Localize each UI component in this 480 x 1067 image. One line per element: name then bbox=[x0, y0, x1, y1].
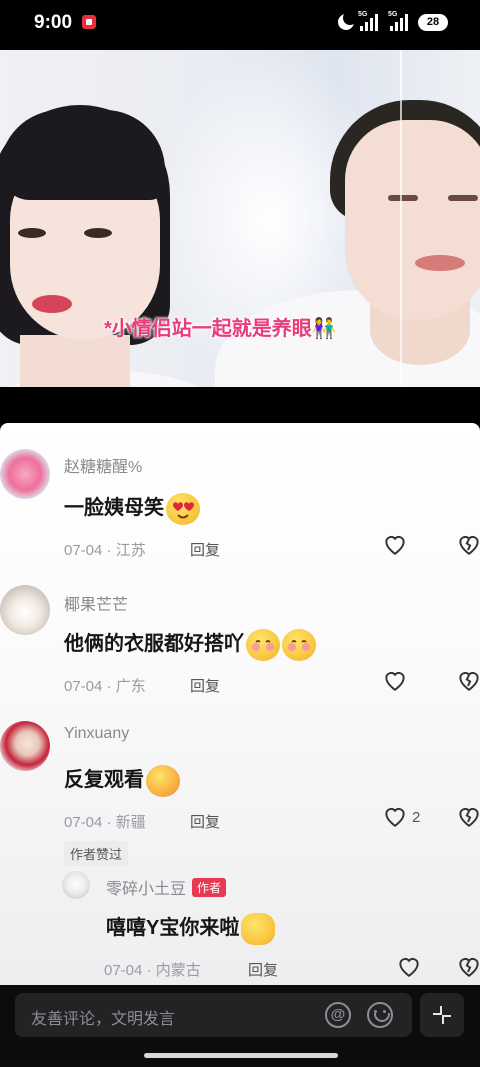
comment-username[interactable]: 赵糖糖醒% bbox=[64, 453, 142, 477]
comment-text-content: 反复观看 bbox=[64, 769, 144, 791]
reply-username[interactable]: 零碎小土豆 作者 bbox=[106, 875, 227, 899]
comment-date-location: 07-04 · 新疆 bbox=[64, 814, 146, 831]
avatar[interactable] bbox=[0, 449, 50, 499]
reply-button[interactable]: 回复 bbox=[248, 959, 278, 980]
reply-date-location: 07-04 · 内蒙古 bbox=[104, 962, 201, 979]
blushing-emoji-icon bbox=[282, 628, 316, 661]
reply-button[interactable]: 回复 bbox=[190, 539, 220, 560]
comment-text-content: 他俩的衣服都好搭吖 bbox=[64, 633, 244, 655]
emoji-smile-icon[interactable] bbox=[367, 1002, 393, 1028]
reply-button[interactable]: 回复 bbox=[190, 811, 220, 832]
battery-indicator: 28 bbox=[418, 14, 448, 31]
signal-strength-icon: 5G bbox=[358, 11, 380, 31]
dancing-emoji-icon bbox=[146, 764, 180, 797]
do-not-disturb-moon-icon bbox=[338, 11, 357, 30]
dislike-broken-heart-icon[interactable] bbox=[456, 803, 480, 834]
video-caption: *小情侣站一起就是养眼👫 bbox=[104, 318, 337, 340]
like-heart-icon[interactable] bbox=[382, 803, 408, 834]
dislike-broken-heart-icon[interactable] bbox=[456, 953, 480, 984]
comment-username[interactable]: 椰果芒芒 bbox=[64, 591, 128, 615]
collapse-comments-button[interactable] bbox=[420, 993, 464, 1037]
reply-text: 嘻嘻Y宝你来啦 bbox=[106, 911, 276, 945]
blushing-emoji-icon bbox=[246, 628, 280, 661]
dislike-broken-heart-icon[interactable] bbox=[456, 531, 480, 562]
author-liked-badge: 作者赞过 bbox=[64, 841, 129, 866]
heart-eyes-emoji-icon bbox=[166, 492, 200, 525]
comment-text: 他俩的衣服都好搭吖 bbox=[64, 627, 316, 661]
comment-input-bar: 友善评论，文明发言 @ bbox=[0, 985, 480, 1067]
like-heart-icon[interactable] bbox=[382, 667, 408, 698]
avatar[interactable] bbox=[0, 585, 50, 635]
comment-date-location: 07-04 · 广东 bbox=[64, 678, 146, 695]
like-heart-icon[interactable] bbox=[396, 953, 422, 984]
home-indicator[interactable] bbox=[144, 1053, 338, 1058]
comment-input-placeholder: 友善评论，文明发言 bbox=[31, 1011, 176, 1028]
avatar[interactable] bbox=[0, 721, 50, 771]
video-bottom-bar bbox=[0, 387, 480, 423]
network-type-1: 5G bbox=[358, 11, 368, 18]
status-bar: 9:00 5G 5G 28 bbox=[0, 0, 480, 50]
comment-date-location: 07-04 · 江苏 bbox=[64, 542, 146, 559]
comment-username[interactable]: Yinxuany bbox=[64, 725, 129, 743]
reply-username-text: 零碎小土豆 bbox=[106, 881, 187, 898]
network-type-2: 5G bbox=[388, 11, 398, 18]
video-player[interactable]: *小情侣站一起就是养眼👫 bbox=[0, 50, 480, 387]
reply-button[interactable]: 回复 bbox=[190, 675, 220, 696]
heart-hands-emoji-icon bbox=[241, 912, 276, 945]
avatar[interactable] bbox=[62, 871, 90, 899]
comment-text: 反复观看 bbox=[64, 763, 180, 797]
reply-text-content: 嘻嘻Y宝你来啦 bbox=[106, 917, 240, 939]
signal-strength-icon: 5G bbox=[388, 11, 410, 31]
collapse-arrows-icon bbox=[433, 1006, 451, 1024]
comment-text: 一脸姨母笑 bbox=[64, 491, 200, 525]
dislike-broken-heart-icon[interactable] bbox=[456, 667, 480, 698]
like-count: 2 bbox=[412, 809, 421, 826]
status-time: 9:00 bbox=[34, 12, 73, 33]
author-badge: 作者 bbox=[192, 878, 227, 897]
like-heart-icon[interactable] bbox=[382, 531, 408, 562]
mention-at-icon[interactable]: @ bbox=[325, 1002, 351, 1028]
comments-panel[interactable]: 赵糖糖醒% 一脸姨母笑 07-04 · 江苏 回复 椰果芒芒 他俩的衣服都好搭吖… bbox=[0, 423, 480, 985]
comment-text-content: 一脸姨母笑 bbox=[64, 497, 164, 519]
comment-input[interactable]: 友善评论，文明发言 @ bbox=[15, 993, 412, 1037]
screen-record-icon bbox=[82, 15, 96, 29]
